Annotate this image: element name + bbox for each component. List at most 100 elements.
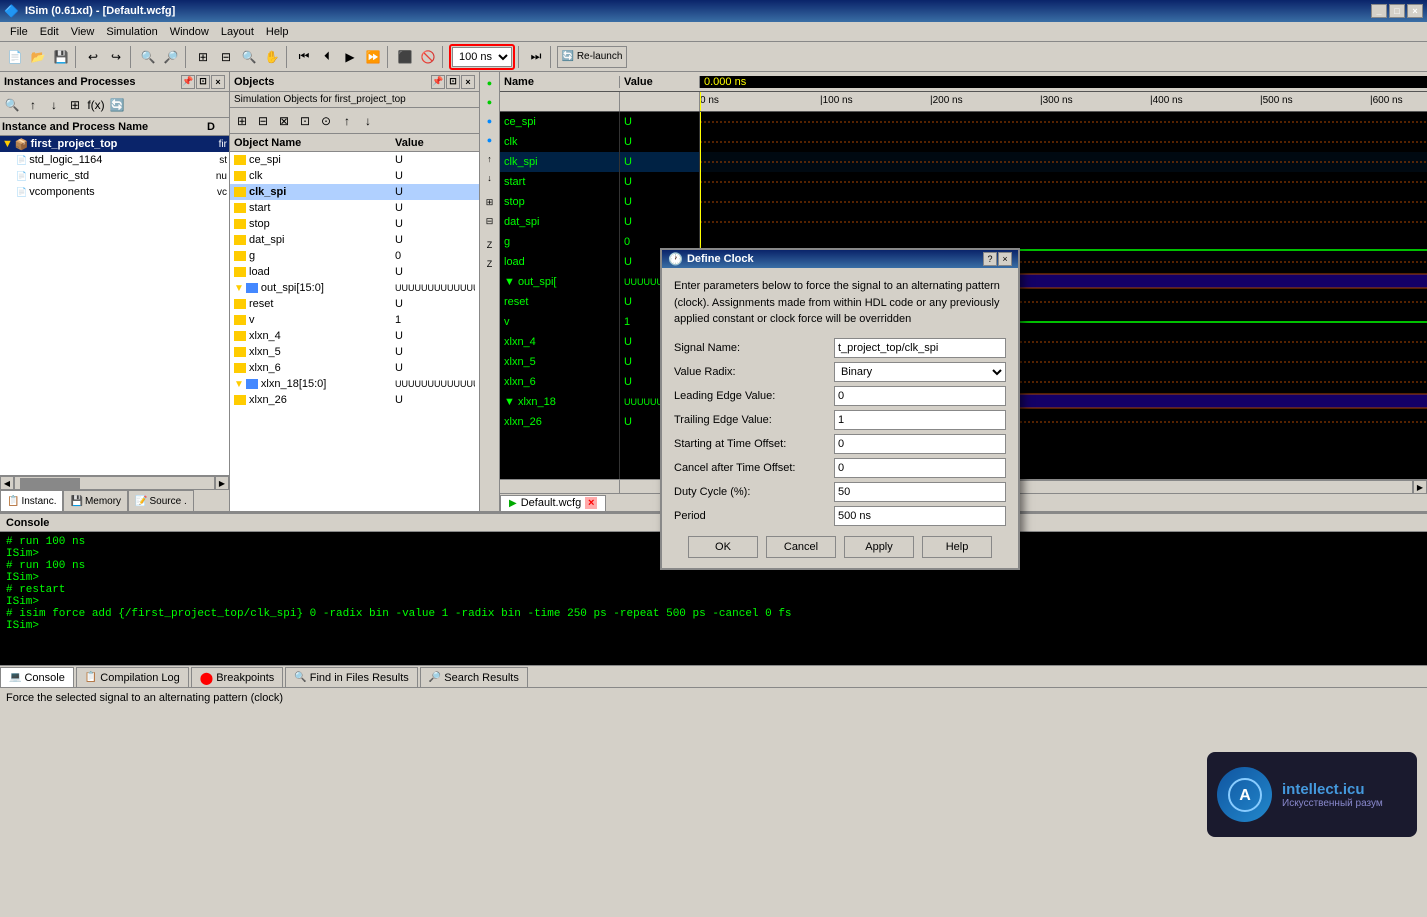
tb-zoom-all[interactable]: ⊟ — [215, 46, 237, 68]
wv-scroll-right-btn[interactable]: ▶ — [1413, 480, 1427, 494]
dialog-help-dialog-btn[interactable]: Help — [922, 536, 992, 558]
tb-redo[interactable]: ↪ — [105, 46, 127, 68]
tb-open[interactable]: 📂 — [27, 46, 49, 68]
tb-bp-clear[interactable]: 🚫 — [417, 46, 439, 68]
obj-row-v[interactable]: v 1 — [230, 312, 479, 328]
minimize-button[interactable]: _ — [1371, 4, 1387, 18]
menu-file[interactable]: File — [4, 24, 34, 40]
objects-pin-btn[interactable]: 📌 — [431, 75, 445, 89]
inst-tb-btn4[interactable]: ⊞ — [65, 95, 85, 115]
menu-simulation[interactable]: Simulation — [100, 24, 163, 40]
obj-row-reset[interactable]: reset U — [230, 296, 479, 312]
tb-relaunch[interactable]: 🔄 Re-launch — [557, 46, 627, 68]
side-btn-4[interactable]: ● — [481, 131, 499, 149]
obj-row-stop[interactable]: stop U — [230, 216, 479, 232]
tb-step-back[interactable]: ⏴ — [316, 46, 338, 68]
ctab-breakpoints[interactable]: ⬤ Breakpoints — [191, 667, 284, 687]
tb-bp-toggle[interactable]: ⬛ — [394, 46, 416, 68]
inst-row-first-project-top[interactable]: ▼ 📦 first_project_top fir — [0, 136, 229, 152]
obj-tb-btn1[interactable]: ⊞ — [232, 111, 252, 131]
instances-close-btn[interactable]: × — [211, 75, 225, 89]
run-time-combo[interactable]: 100 ns 1 us 10 us 1 ms — [452, 47, 512, 67]
inst-tb-btn1[interactable]: 🔍 — [2, 95, 22, 115]
obj-row-ce-spi[interactable]: ce_spi U — [230, 152, 479, 168]
dialog-ok-btn[interactable]: OK — [688, 536, 758, 558]
field-duty-cycle-input[interactable] — [834, 482, 1006, 502]
ctab-find-results[interactable]: 🔍 Find in Files Results — [285, 667, 418, 687]
inst-tb-btn3[interactable]: ↓ — [44, 95, 64, 115]
obj-row-xlxn4[interactable]: xlxn_4 U — [230, 328, 479, 344]
objects-close-btn[interactable]: × — [461, 75, 475, 89]
field-value-radix-select[interactable]: Binary Hexadecimal Octal Unsigned Decima… — [834, 362, 1006, 382]
field-cancel-offset-input[interactable] — [834, 458, 1006, 478]
tb-zoom-sel[interactable]: 🔍 — [238, 46, 260, 68]
tb-pan[interactable]: ✋ — [261, 46, 283, 68]
tb-new[interactable]: 📄 — [4, 46, 26, 68]
inst-scroll-left[interactable]: ◀ — [0, 476, 14, 490]
tab-source[interactable]: 📝 Source . — [128, 490, 194, 511]
obj-row-xlxn6[interactable]: xlxn_6 U — [230, 360, 479, 376]
obj-tb-btn3[interactable]: ⊠ — [274, 111, 294, 131]
tab-instances[interactable]: 📋 Instanc. — [0, 490, 63, 511]
side-btn-5[interactable]: ↑ — [481, 150, 499, 168]
instances-float-btn[interactable]: ⊡ — [196, 75, 210, 89]
objects-float-btn[interactable]: ⊡ — [446, 75, 460, 89]
obj-row-g[interactable]: g 0 — [230, 248, 479, 264]
side-btn-6[interactable]: ↓ — [481, 169, 499, 187]
dialog-apply-btn[interactable]: Apply — [844, 536, 914, 558]
dialog-help-btn[interactable]: ? — [983, 252, 997, 266]
side-btn-2[interactable]: ● — [481, 93, 499, 111]
side-btn-1[interactable]: ● — [481, 74, 499, 92]
obj-row-xlxn18[interactable]: ▼ xlxn_18[15:0] UUUUUUUUUUUUUUUU — [230, 376, 479, 392]
dialog-close-btn[interactable]: × — [998, 252, 1012, 266]
obj-row-xlxn5[interactable]: xlxn_5 U — [230, 344, 479, 360]
field-starting-offset-input[interactable] — [834, 434, 1006, 454]
inst-tb-btn6[interactable]: 🔄 — [107, 95, 127, 115]
side-btn-10[interactable]: Z — [481, 255, 499, 273]
obj-row-dat-spi[interactable]: dat_spi U — [230, 232, 479, 248]
tb-restart[interactable]: ⏮ — [293, 46, 315, 68]
menu-window[interactable]: Window — [164, 24, 215, 40]
obj-tb-btn2[interactable]: ⊟ — [253, 111, 273, 131]
ctab-console[interactable]: 💻 Console — [0, 667, 74, 687]
wv-active-file-tab[interactable]: ▶ Default.wcfg × — [500, 495, 606, 511]
ctab-compilation-log[interactable]: 📋 Compilation Log — [76, 667, 189, 687]
inst-row-numeric-std[interactable]: 📄 numeric_std nu — [0, 168, 229, 184]
inst-row-std-logic[interactable]: 📄 std_logic_1164 st — [0, 152, 229, 168]
tb-skip-to-end[interactable]: ⏭ — [525, 46, 547, 68]
instances-pin-btn[interactable]: 📌 — [181, 75, 195, 89]
obj-tb-btn6[interactable]: ↑ — [337, 111, 357, 131]
obj-row-clk-spi[interactable]: clk_spi U — [230, 184, 479, 200]
tb-run[interactable]: ▶ — [339, 46, 361, 68]
field-leading-edge-input[interactable] — [834, 386, 1006, 406]
tb-zoom-fit[interactable]: ⊞ — [192, 46, 214, 68]
side-btn-9[interactable]: Z — [481, 236, 499, 254]
inst-row-vcomponents[interactable]: 📄 vcomponents vc — [0, 184, 229, 200]
tb-find[interactable]: 🔍 — [137, 46, 159, 68]
obj-row-out-spi[interactable]: ▼ out_spi[15:0] UUUUUUUUUUUUUUUU — [230, 280, 479, 296]
inst-tb-btn2[interactable]: ↑ — [23, 95, 43, 115]
tb-zoom-in[interactable]: 🔎 — [160, 46, 182, 68]
inst-scroll-right[interactable]: ▶ — [215, 476, 229, 490]
inst-scroll-thumb[interactable] — [20, 478, 80, 490]
field-period-input[interactable] — [834, 506, 1006, 526]
tb-undo[interactable]: ↩ — [82, 46, 104, 68]
field-signal-name-input[interactable] — [834, 338, 1006, 358]
wv-file-tab-close[interactable]: × — [585, 497, 597, 509]
tb-save[interactable]: 💾 — [50, 46, 72, 68]
side-btn-8[interactable]: ⊟ — [481, 212, 499, 230]
close-button[interactable]: × — [1407, 4, 1423, 18]
menu-edit[interactable]: Edit — [34, 24, 65, 40]
obj-tb-btn4[interactable]: ⊡ — [295, 111, 315, 131]
obj-row-load[interactable]: load U — [230, 264, 479, 280]
obj-tb-btn7[interactable]: ↓ — [358, 111, 378, 131]
tb-step[interactable]: ⏩ — [362, 46, 384, 68]
obj-row-xlxn26[interactable]: xlxn_26 U — [230, 392, 479, 408]
obj-row-clk[interactable]: clk U — [230, 168, 479, 184]
dialog-cancel-btn[interactable]: Cancel — [766, 536, 836, 558]
tab-memory[interactable]: 💾 Memory — [63, 490, 128, 511]
side-btn-3[interactable]: ● — [481, 112, 499, 130]
menu-help[interactable]: Help — [260, 24, 295, 40]
maximize-button[interactable]: □ — [1389, 4, 1405, 18]
inst-tb-btn5[interactable]: f(x) — [86, 95, 106, 115]
